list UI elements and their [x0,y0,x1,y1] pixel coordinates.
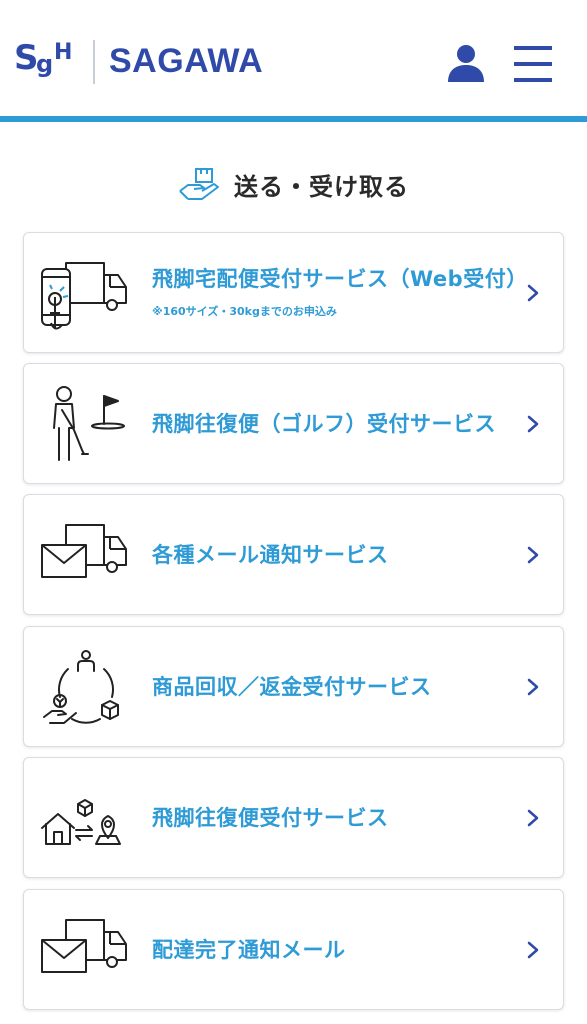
chevron-right-icon [527,546,539,564]
service-card-return-refund[interactable]: 商品回収／返金受付サービス [23,626,564,747]
return-refund-cycle-icon [43,650,119,724]
chevron-right-icon [527,678,539,696]
app-header: S g H SAGAWA [0,0,587,116]
logo-divider [93,40,95,84]
service-label: 飛脚往復便受付サービス [152,806,389,830]
chevron-right-icon [527,415,539,433]
chevron-right-icon [527,284,539,302]
service-label: 商品回収／返金受付サービス [152,675,432,699]
chevron-right-icon [527,809,539,827]
user-account-button[interactable] [444,42,488,86]
service-sublabel: ※160サイズ・30kgまでのお申込み [152,305,337,318]
section-title: 送る・受け取る [0,164,587,204]
service-card-roundtrip[interactable]: 飛脚往復便受付サービス [23,757,564,878]
service-card-mail-notification[interactable]: 各種メール通知サービス [23,494,564,615]
house-package-location-icon [41,799,121,845]
service-label: 各種メール通知サービス [152,543,389,567]
menu-button[interactable] [512,42,554,86]
hand-package-icon [179,168,219,200]
logo-text: SAGAWA [109,42,264,80]
chevron-right-icon [527,941,539,959]
golfer-flag-icon [53,386,125,461]
header-accent-bar [0,116,587,122]
section-title-text: 送る・受け取る [234,172,409,201]
hamburger-menu-icon [514,46,552,82]
mail-truck-icon [41,524,127,578]
service-card-golf-roundtrip[interactable]: 飛脚往復便（ゴルフ）受付サービス [23,363,564,484]
mail-truck-icon [41,919,127,973]
service-label: 飛脚往復便（ゴルフ）受付サービス [152,412,496,436]
service-card-delivery-complete[interactable]: 配達完了通知メール [23,889,564,1010]
service-label: 配達完了通知メール [152,938,346,962]
service-label: 飛脚宅配便受付サービス（Web受付） [152,267,528,291]
smartphone-truck-icon [41,262,127,330]
service-card-web-reception[interactable]: 飛脚宅配便受付サービス（Web受付） ※160サイズ・30kgまでのお申込み [23,232,564,353]
user-icon [448,45,484,82]
